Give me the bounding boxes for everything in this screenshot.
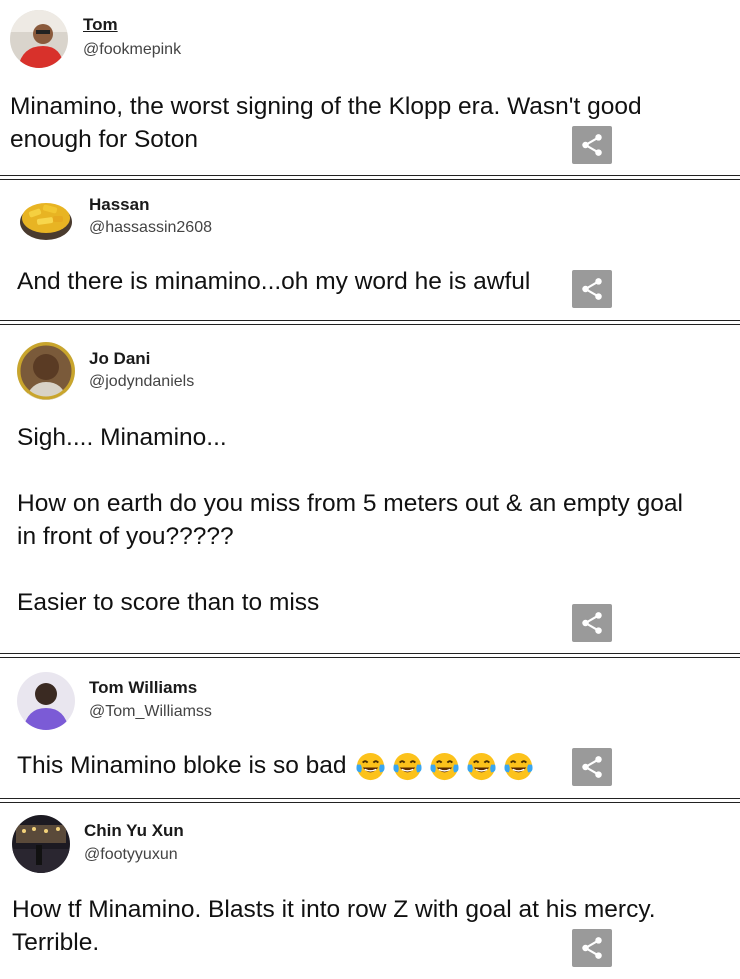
profile-photo-red-shirt-icon — [10, 10, 68, 68]
avatar[interactable] — [17, 342, 75, 400]
face-with-tears-of-joy-icon — [503, 751, 534, 782]
tweet-card: Jo Dani @jodyndaniels Sigh.... Minamino.… — [0, 325, 740, 653]
display-name[interactable]: Chin Yu Xun — [84, 821, 184, 841]
share-icon — [582, 937, 602, 959]
tweet-feed: Tom @fookmepink Minamino, the worst sign… — [0, 0, 740, 979]
share-button[interactable] — [572, 604, 612, 642]
share-button[interactable] — [572, 270, 612, 308]
user-handle[interactable]: @fookmepink — [83, 41, 181, 59]
display-name[interactable]: Jo Dani — [89, 349, 150, 369]
display-name[interactable]: Tom Williams — [89, 678, 197, 698]
tweet-text: Sigh.... Minamino... How on earth do you… — [17, 424, 683, 616]
face-with-tears-of-joy-icon — [429, 751, 460, 782]
profile-photo-food-bowl-icon — [17, 188, 75, 246]
share-button[interactable] — [572, 748, 612, 786]
emoji-group — [355, 751, 534, 782]
tweet-text: And there is minamino...oh my word he is… — [17, 268, 531, 295]
tweet-card: Hassan @hassassin2608 And there is minam… — [0, 180, 740, 320]
user-handle[interactable]: @Tom_Williamss — [89, 703, 212, 721]
face-with-tears-of-joy-icon — [355, 751, 386, 782]
user-handle[interactable]: @jodyndaniels — [89, 373, 194, 391]
tweet-card: Tom @fookmepink Minamino, the worst sign… — [0, 0, 740, 176]
profile-photo-man-icon — [17, 342, 75, 400]
share-button[interactable] — [572, 126, 612, 164]
share-icon — [582, 756, 602, 778]
share-icon — [582, 278, 602, 300]
face-with-tears-of-joy-icon — [466, 751, 497, 782]
tweet-card: Chin Yu Xun @footyyuxun How tf Minamino.… — [0, 803, 740, 979]
avatar[interactable] — [10, 10, 68, 68]
profile-photo-night-street-icon — [12, 815, 70, 873]
display-name[interactable]: Hassan — [89, 195, 149, 215]
display-name[interactable]: Tom — [83, 15, 118, 35]
tweet-text-content: This Minamino bloke is so bad — [17, 752, 347, 779]
tweet-card: Tom Williams @Tom_Williamss This Minamin… — [0, 658, 740, 798]
share-button[interactable] — [572, 929, 612, 967]
profile-photo-purple-shirt-icon — [17, 672, 75, 730]
avatar[interactable] — [17, 672, 75, 730]
face-with-tears-of-joy-icon — [392, 751, 423, 782]
tweet-text: This Minamino bloke is so bad — [17, 749, 597, 782]
user-handle[interactable]: @footyyuxun — [84, 846, 178, 864]
share-icon — [582, 134, 602, 156]
avatar[interactable] — [12, 815, 70, 873]
user-handle[interactable]: @hassassin2608 — [89, 219, 212, 237]
avatar[interactable] — [17, 188, 75, 246]
share-icon — [582, 612, 602, 634]
